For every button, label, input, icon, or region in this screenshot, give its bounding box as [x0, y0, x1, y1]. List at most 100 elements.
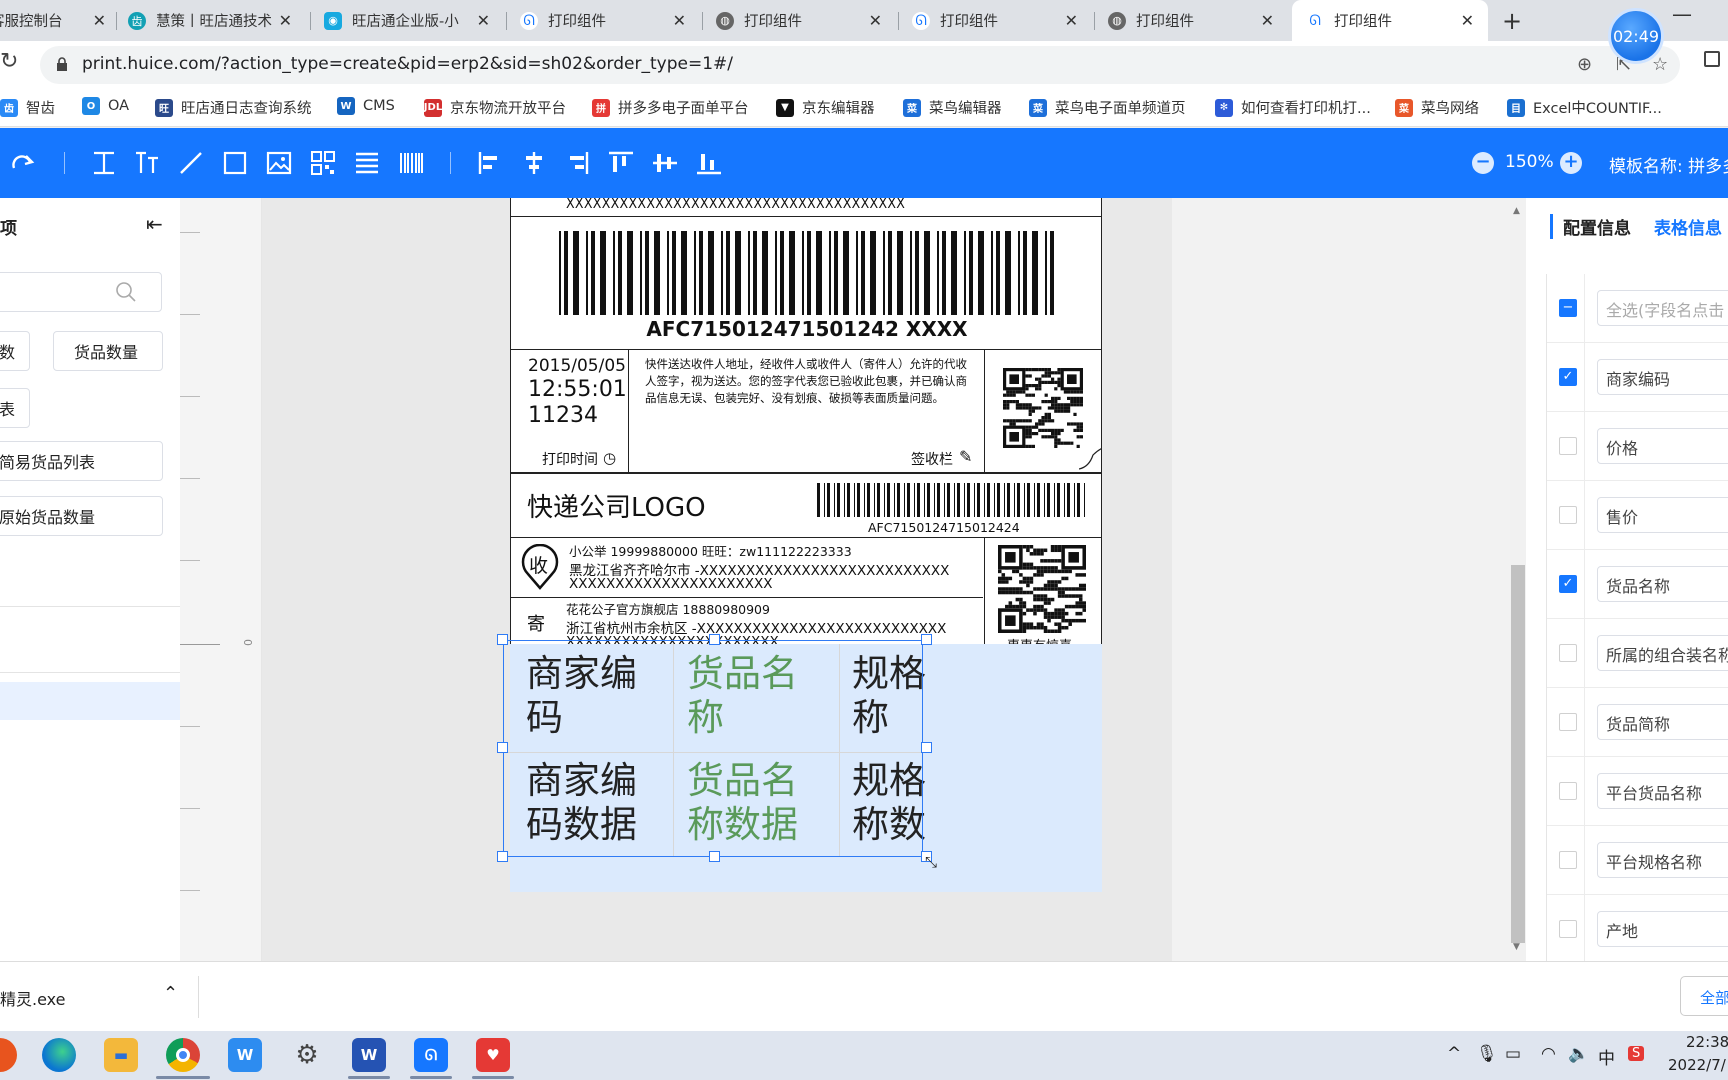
- show-all-button[interactable]: 全部: [1680, 976, 1728, 1016]
- field-checkbox[interactable]: [1559, 644, 1577, 662]
- resize-handle-nw[interactable]: [497, 634, 508, 645]
- bookmark-0[interactable]: 齿智齿: [0, 97, 55, 118]
- wangdiantong-icon[interactable]: W: [352, 1038, 386, 1072]
- rectangle-icon[interactable]: [221, 150, 249, 176]
- zoom-out-button[interactable]: −: [1472, 152, 1494, 174]
- app-icon-orange[interactable]: [0, 1038, 17, 1072]
- ime-indicator[interactable]: 中: [1598, 1044, 1615, 1069]
- settings-icon[interactable]: ⚙: [290, 1038, 324, 1072]
- field-name-input[interactable]: 价格: [1597, 428, 1728, 464]
- field-checkbox[interactable]: [1559, 437, 1577, 455]
- tab-6[interactable]: ◍ 打印组件 ✕: [1108, 0, 1288, 41]
- align-top-icon[interactable]: [607, 150, 635, 176]
- search-input[interactable]: [0, 272, 162, 312]
- align-middle-icon[interactable]: [651, 150, 679, 176]
- new-tab-button[interactable]: +: [1502, 7, 1522, 35]
- field-checkbox[interactable]: [1559, 713, 1577, 731]
- bookmark-4[interactable]: JDL 京东物流开放平台: [424, 97, 566, 118]
- close-icon[interactable]: ✕: [1461, 11, 1474, 30]
- url-text[interactable]: print.huice.com/?action_type=create&pid=…: [82, 54, 733, 74]
- tab-2[interactable]: ◉ 旺店通企业版-小 ✕: [324, 0, 504, 41]
- zoom-in-button[interactable]: +: [1560, 152, 1582, 174]
- lock-icon[interactable]: [56, 57, 68, 71]
- star-icon[interactable]: ☆: [1652, 54, 1668, 75]
- field-name-input[interactable]: 商家编码: [1597, 359, 1728, 395]
- table-icon[interactable]: [353, 150, 381, 176]
- field-checkbox[interactable]: −: [1559, 299, 1577, 317]
- bookmark-6[interactable]: ▼ 京东编辑器: [776, 97, 875, 118]
- main-barcode[interactable]: [559, 231, 1059, 315]
- image-icon[interactable]: [265, 150, 293, 176]
- side-panel-icon[interactable]: [1704, 51, 1720, 67]
- field-name-input[interactable]: 售价: [1597, 497, 1728, 533]
- tab-4[interactable]: ◍ 打印组件 ✕: [716, 0, 896, 41]
- collapse-panel-icon[interactable]: ⇤: [146, 212, 163, 236]
- field-name-input[interactable]: 所属的组合装名称: [1597, 635, 1728, 671]
- tab-7-active[interactable]: ᘏ 打印组件 ✕: [1292, 0, 1488, 41]
- text-icon[interactable]: [90, 150, 118, 176]
- align-center-icon[interactable]: [520, 150, 548, 176]
- qrcode-icon[interactable]: [309, 150, 337, 176]
- field-button-table[interactable]: 表: [0, 388, 30, 428]
- field-checkbox[interactable]: [1559, 782, 1577, 800]
- sogou-icon[interactable]: S: [1628, 1046, 1645, 1061]
- tab-1[interactable]: 齿 慧策丨旺店通技术 ✕: [128, 0, 306, 41]
- field-name-input[interactable]: 平台规格名称: [1597, 842, 1728, 878]
- volume-icon[interactable]: 🔈: [1568, 1044, 1589, 1064]
- close-icon[interactable]: ✕: [869, 11, 882, 30]
- resize-handle-n[interactable]: [709, 634, 720, 645]
- chevron-up-icon[interactable]: ^: [1447, 1044, 1461, 1064]
- line-icon[interactable]: [177, 150, 205, 176]
- reload-icon[interactable]: ↻: [0, 49, 18, 74]
- template-name-label[interactable]: 模板名称: 拼多多: [1609, 152, 1728, 177]
- chevron-up-icon[interactable]: ⌃: [163, 983, 178, 1004]
- taskbar-time[interactable]: 22:38: [1686, 1033, 1728, 1051]
- floating-clock-badge[interactable]: 02:49: [1608, 8, 1664, 64]
- bookmark-5[interactable]: 拼拼多多电子面单平台: [592, 97, 749, 118]
- field-name-input[interactable]: 全选(字段名点击: [1597, 290, 1728, 326]
- close-icon[interactable]: ✕: [673, 11, 686, 30]
- close-icon[interactable]: ✕: [477, 11, 490, 30]
- vertical-text-icon[interactable]: [133, 150, 161, 176]
- field-name-input[interactable]: 货品简称: [1597, 704, 1728, 740]
- align-bottom-icon[interactable]: [695, 150, 723, 176]
- tab-config-info[interactable]: 配置信息: [1550, 214, 1631, 239]
- download-filename[interactable]: 精灵.exe: [0, 986, 65, 1010]
- field-button-raw-goods-qty[interactable]: 原始货品数量: [0, 496, 163, 536]
- bookmark-10[interactable]: 菜菜鸟网络: [1395, 97, 1479, 118]
- bookmark-7[interactable]: 菜菜鸟编辑器: [903, 97, 1002, 118]
- redo-icon[interactable]: [10, 150, 38, 176]
- taskbar-date[interactable]: 2022/7/: [1668, 1056, 1726, 1074]
- waybill-label[interactable]: XXXXXXXXXXXXXXXXXXXXXXXXXXXXXXXXXXXXXX A…: [510, 198, 1102, 644]
- resize-handle-w[interactable]: [497, 742, 508, 753]
- close-icon[interactable]: ✕: [1261, 11, 1274, 30]
- microphone-icon[interactable]: 🎙: [1476, 1044, 1498, 1064]
- tab-table-info[interactable]: 表格信息: [1654, 214, 1722, 239]
- active-panel-item[interactable]: [0, 682, 180, 720]
- resize-handle-sw[interactable]: [497, 851, 508, 862]
- tab-3[interactable]: ᘏ 打印组件 ✕: [520, 0, 700, 41]
- bookmark-3[interactable]: W CMS: [337, 97, 395, 115]
- field-checkbox[interactable]: [1559, 506, 1577, 524]
- pinduoduo-icon[interactable]: ♥: [476, 1038, 510, 1072]
- bookmark-8[interactable]: 菜菜鸟电子面单频道页: [1029, 97, 1186, 118]
- resize-handle-e[interactable]: [921, 742, 932, 753]
- close-icon[interactable]: ✕: [279, 11, 292, 30]
- file-explorer-icon[interactable]: ▬: [104, 1038, 138, 1072]
- align-right-icon[interactable]: [563, 150, 591, 176]
- field-button-count[interactable]: 数: [0, 331, 30, 371]
- wps-icon[interactable]: W: [228, 1038, 262, 1072]
- search-icon[interactable]: [115, 281, 137, 303]
- field-name-input[interactable]: 平台货品名称: [1597, 773, 1728, 809]
- field-checkbox[interactable]: [1559, 920, 1577, 938]
- field-button-goods-qty[interactable]: 货品数量: [53, 331, 163, 371]
- field-checkbox[interactable]: ✓: [1559, 368, 1577, 386]
- minimize-button[interactable]: —: [1672, 2, 1692, 26]
- resize-handle-ne[interactable]: [921, 634, 932, 645]
- close-icon[interactable]: ✕: [1065, 11, 1078, 30]
- barcode-icon[interactable]: [397, 150, 425, 176]
- bookmark-11[interactable]: 目 Excel中COUNTIF...: [1507, 97, 1662, 118]
- bookmark-9[interactable]: ✻ 如何查看打印机打...: [1215, 97, 1371, 118]
- close-icon[interactable]: ✕: [93, 11, 106, 30]
- field-button-simple-goods-list[interactable]: 简易货品列表: [0, 441, 163, 481]
